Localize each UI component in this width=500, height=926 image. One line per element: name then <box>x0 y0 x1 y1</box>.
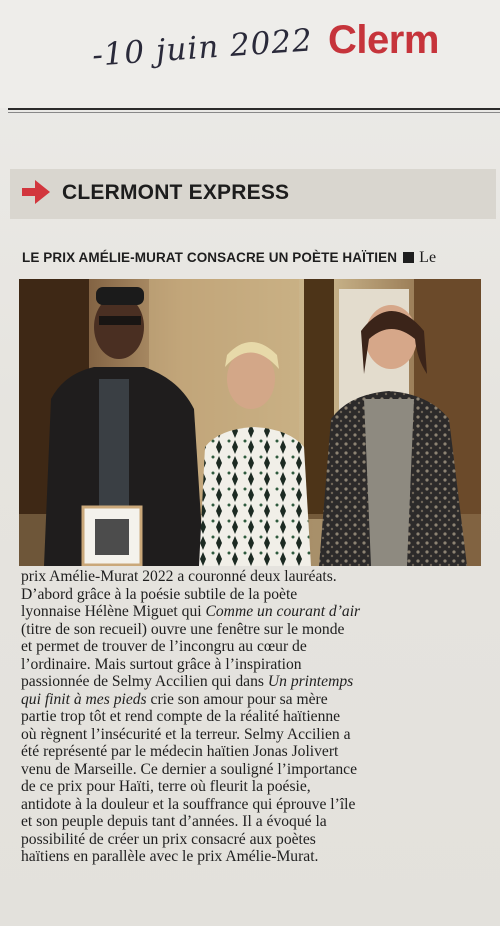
text-run: été représenté par le médecin haïtien Jo… <box>21 743 339 760</box>
text-run: et son peuple depuis tant d’années. Il a… <box>21 813 327 830</box>
article-line: l’ordinaire. Mais surtout grâce à l’insp… <box>21 656 483 674</box>
photo-illustration <box>19 279 481 566</box>
text-run: partie trop tôt et rend compte de la réa… <box>21 708 341 725</box>
article-headline: LE PRIX AMÉLIE-MURAT CONSACRE UN POÈTE H… <box>22 249 436 267</box>
article-line: possibilité de créer un prix consacré au… <box>21 831 483 849</box>
article-line: de ce prix pour Haïti, terre où fleurit … <box>21 778 483 796</box>
article-line: (titre de son recueil) ouvre une fenêtre… <box>21 621 483 639</box>
text-run: venu de Marseille. Ce dernier a souligné… <box>21 760 358 778</box>
text-run: possibilité de créer un prix consacré au… <box>21 830 316 848</box>
article-line: partie trop tôt et rend compte de la réa… <box>21 708 483 726</box>
right-arrow-icon <box>22 180 50 204</box>
text-run: D’abord grâce à la poésie subtile de la … <box>21 585 298 603</box>
article-line: passionnée de Selmy Accilien qui dans Un… <box>21 673 483 691</box>
italic-title-run: qui finit à mes pieds <box>21 690 147 708</box>
article-line: et son peuple depuis tant d’années. Il a… <box>21 813 483 831</box>
article-line: lyonnaise Hélène Miguet qui Comme un cou… <box>21 603 483 621</box>
headline-text: LE PRIX AMÉLIE-MURAT CONSACRE UN POÈTE H… <box>22 250 398 265</box>
article-body: prix Amélie-Murat 2022 a couronné deux l… <box>21 568 483 866</box>
text-run: (titre de son recueil) ouvre une fenêtre… <box>21 620 345 638</box>
article-line: prix Amélie-Murat 2022 a couronné deux l… <box>21 568 483 586</box>
text-run: crie son amour pour sa mère <box>146 690 328 708</box>
text-run: antidote à la douleur et la souffrance q… <box>21 795 356 813</box>
text-run: prix Amélie-Murat 2022 a couronné deux l… <box>21 568 337 585</box>
article-line: haïtiens en parallèle avec le prix Améli… <box>21 848 483 866</box>
article-line: antidote à la douleur et la souffrance q… <box>21 796 483 814</box>
section-title: CLERMONT EXPRESS <box>62 181 290 204</box>
text-run: lyonnaise Hélène Miguet qui <box>21 603 206 620</box>
header-divider-thin <box>8 112 500 113</box>
text-run: où règnent l’insécurité et la terreur. S… <box>21 725 351 743</box>
newspaper-masthead: Clerm <box>328 18 439 62</box>
article-line: venu de Marseille. Ce dernier a souligné… <box>21 761 483 779</box>
text-run: de ce prix pour Haïti, terre où fleurit … <box>21 778 311 795</box>
article-line: qui finit à mes pieds crie son amour pou… <box>21 691 483 709</box>
italic-title-run: Un printemps <box>267 673 354 690</box>
lead-word: Le <box>419 249 437 266</box>
article-line: D’abord grâce à la poésie subtile de la … <box>21 586 483 604</box>
header-divider <box>8 108 500 110</box>
article-line: où règnent l’insécurité et la terreur. S… <box>21 726 483 744</box>
square-bullet-icon <box>403 252 415 263</box>
italic-title-run: Comme un courant d’air <box>205 603 361 620</box>
newspaper-clipping: -10 juin 2022 Clerm CLERMONT EXPRESS LE … <box>0 0 500 926</box>
text-run: haïtiens en parallèle avec le prix Améli… <box>21 848 319 865</box>
article-line: été représenté par le médecin haïtien Jo… <box>21 743 483 761</box>
text-run: passionnée de Selmy Accilien qui dans <box>21 673 268 690</box>
text-run: l’ordinaire. Mais surtout grâce à l’insp… <box>21 655 302 673</box>
text-run: et permet de trouver de l’incongru au cœ… <box>21 638 307 655</box>
article-line: et permet de trouver de l’incongru au cœ… <box>21 638 483 656</box>
article-photo <box>19 279 481 566</box>
